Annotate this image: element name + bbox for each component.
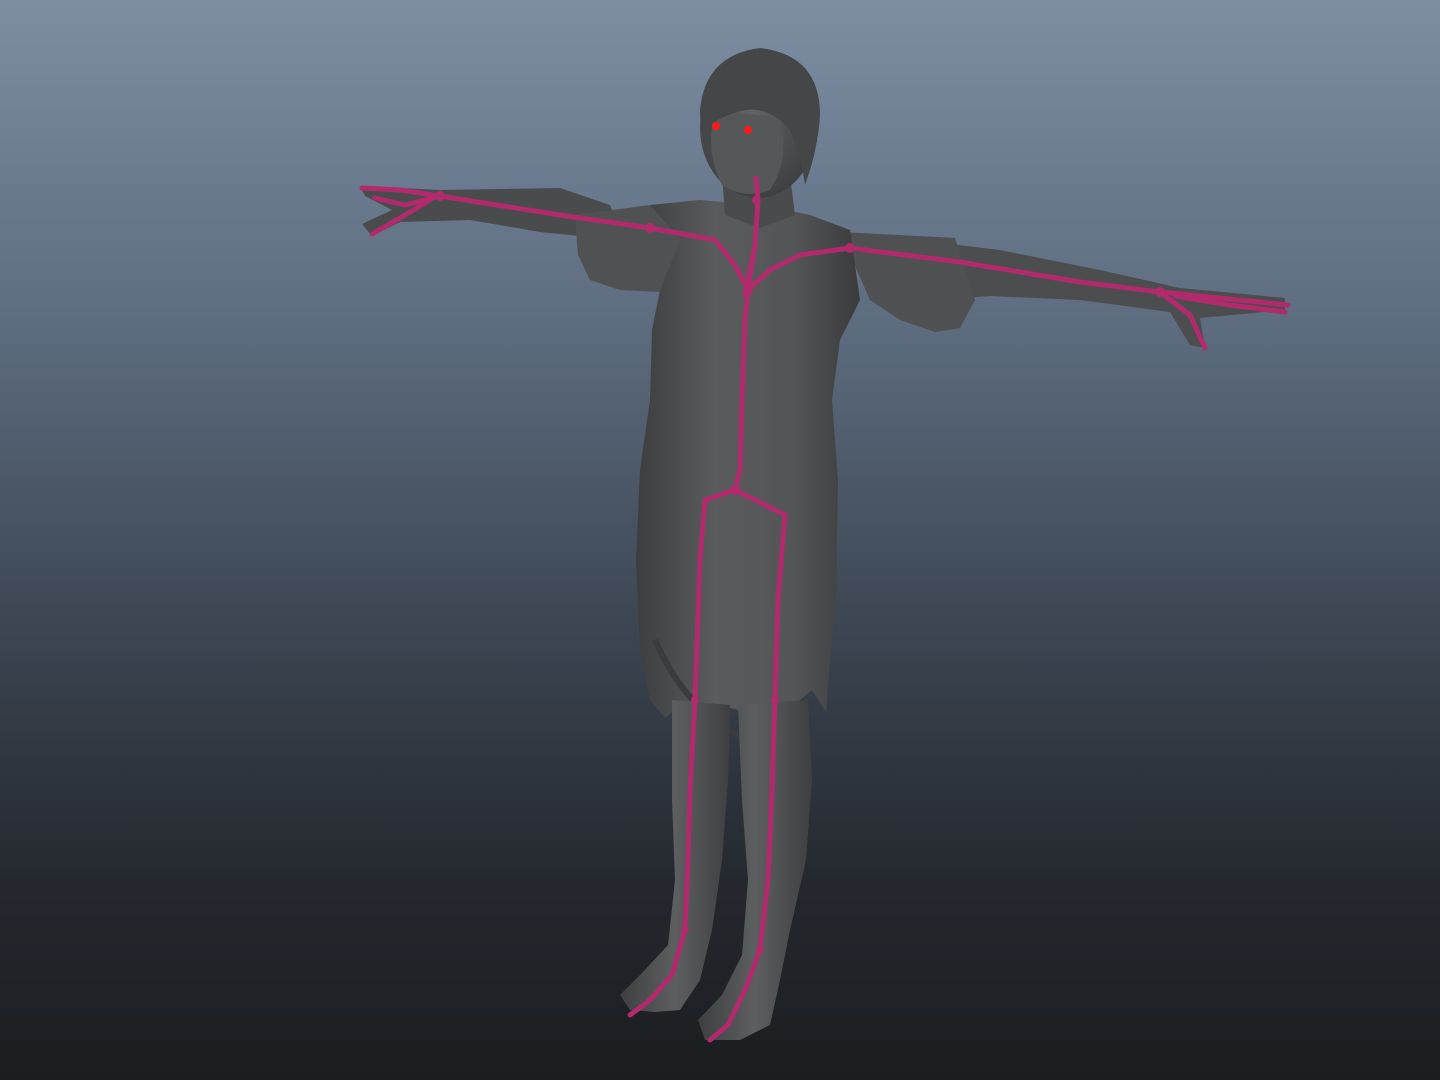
right-shoulder-joint[interactable] — [845, 243, 855, 253]
right-ankle-joint[interactable] — [756, 946, 764, 954]
left-ankle-joint[interactable] — [681, 926, 689, 934]
left-wrist-joint[interactable] — [435, 191, 445, 201]
right-eye-joint — [744, 126, 752, 134]
face-mesh — [711, 113, 784, 194]
right-knee-joint[interactable] — [771, 696, 779, 704]
chest-joint[interactable] — [743, 285, 753, 295]
left-knee-joint[interactable] — [691, 696, 699, 704]
3d-viewport[interactable] — [0, 0, 1440, 1080]
right-wrist-joint[interactable] — [1155, 287, 1165, 297]
left-shoulder-joint[interactable] — [645, 223, 655, 233]
pelvis-joint[interactable] — [730, 485, 740, 495]
viewport-scene — [359, 48, 1291, 1043]
character-mesh[interactable] — [360, 48, 1285, 1040]
left-eye-joint — [712, 122, 720, 130]
neck-joint[interactable] — [752, 196, 760, 204]
